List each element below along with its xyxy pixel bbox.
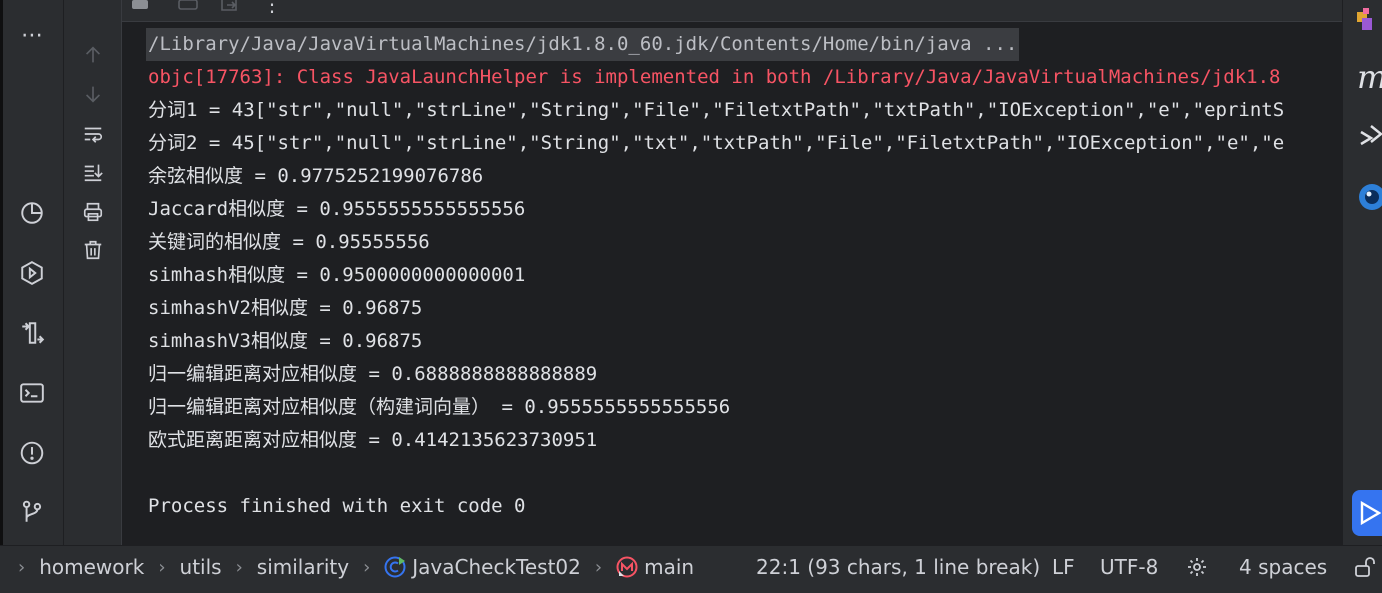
toolbar-more-icon[interactable]: ⋮: [262, 0, 282, 16]
problems-icon: [20, 441, 44, 465]
tool-window-strip: ⋯: [0, 0, 64, 593]
git-branch-icon: [22, 500, 42, 522]
class-icon: [384, 556, 406, 578]
services-icon: [21, 261, 43, 285]
soft-wrap-button[interactable]: [80, 121, 106, 147]
breadcrumb-module[interactable]: homework: [39, 555, 144, 579]
trash-icon: [84, 240, 102, 260]
unlock-icon: [1355, 557, 1375, 577]
git-button[interactable]: [16, 496, 48, 528]
plugin-icon[interactable]: [1357, 6, 1382, 36]
print-icon: [83, 202, 103, 222]
problems-button[interactable]: [16, 437, 48, 469]
console-line: Jaccard相似度 = 0.9555555555555556: [148, 198, 526, 220]
breadcrumb-class[interactable]: JavaCheckTest02: [412, 555, 581, 579]
structure-icon: [22, 322, 45, 344]
more-icon: ⋯: [21, 23, 43, 48]
stop-icon[interactable]: [132, 0, 148, 9]
profiler-icon: [21, 202, 43, 224]
console-line: simhash相似度 = 0.9500000000000001: [148, 264, 526, 286]
ai-assistant-icon[interactable]: [1357, 122, 1382, 152]
print-button[interactable]: [80, 199, 106, 225]
console-line: 分词1 = 43["str","null","strLine","String"…: [148, 99, 1285, 121]
next-occurrence-button[interactable]: [80, 81, 106, 107]
previous-occurrence-button[interactable]: [80, 42, 106, 68]
eye-plugin-icon[interactable]: [1357, 182, 1382, 212]
scroll-to-end-icon: [84, 164, 103, 182]
play-icon: [1360, 501, 1381, 525]
console-line: 关键词的相似度 = 0.95555556: [148, 231, 430, 253]
console-line: 归一编辑距离对应相似度 = 0.6888888888888889: [148, 363, 598, 385]
console-line: 欧式距离距离对应相似度 = 0.4142135623730951: [148, 429, 598, 451]
soft-wrap-icon: [84, 127, 103, 143]
console-line: simhashV3相似度 = 0.96875: [148, 330, 423, 352]
indent-setting[interactable]: 4 spaces: [1239, 546, 1327, 588]
arrow-up-icon: [85, 46, 101, 63]
editorconfig-button[interactable]: [1186, 546, 1214, 588]
chevron-right-icon: ›: [594, 556, 603, 578]
caret-position[interactable]: 22:1 (93 chars, 1 line break): [756, 546, 1040, 588]
console-line-error: objc[17763]: Class JavaLaunchHelper is i…: [148, 66, 1281, 88]
exit-icon[interactable]: [220, 0, 240, 12]
arrow-down-icon: [85, 86, 101, 103]
console-line-command[interactable]: /Library/Java/JavaVirtualMachines/jdk1.8…: [146, 28, 1020, 61]
console-line: simhashV2相似度 = 0.96875: [148, 297, 423, 319]
chevron-right-icon: ›: [158, 556, 166, 578]
console-line-exit-status: Process finished with exit code 0: [148, 495, 526, 517]
camera-icon[interactable]: [178, 0, 198, 10]
status-bar: › homework › utils › similarity › JavaCh…: [0, 545, 1382, 593]
method-icon: [616, 556, 638, 578]
more-tools-button[interactable]: ⋯: [16, 20, 48, 52]
terminal-icon: [20, 383, 44, 403]
run-plugin-button[interactable]: [1352, 490, 1382, 536]
breadcrumb-method[interactable]: main: [644, 555, 694, 579]
console-output[interactable]: /Library/Java/JavaVirtualMachines/jdk1.8…: [123, 22, 1342, 545]
breadcrumb-package[interactable]: similarity: [257, 555, 349, 579]
scroll-to-end-button[interactable]: [80, 159, 106, 185]
readonly-toggle[interactable]: [1354, 546, 1382, 588]
markdown-icon[interactable]: m: [1357, 58, 1382, 96]
console-line: 余弦相似度 = 0.9775252199076786: [148, 165, 484, 187]
structure-button[interactable]: [16, 317, 48, 349]
chevron-right-icon: ›: [363, 556, 371, 578]
breadcrumb-package[interactable]: utils: [180, 555, 222, 579]
settings-icon: [1188, 558, 1206, 576]
profiler-button[interactable]: [16, 197, 48, 229]
clear-all-button[interactable]: [80, 237, 106, 263]
right-tool-strip: m: [1342, 0, 1382, 545]
breadcrumb: › homework › utils › similarity › JavaCh…: [18, 546, 694, 588]
console-line: 分词2 = 45["str","null","strLine","String"…: [148, 132, 1285, 154]
terminal-button[interactable]: [16, 377, 48, 409]
run-toolbar: ⋮: [64, 0, 1342, 22]
line-ending[interactable]: LF: [1052, 546, 1075, 588]
chevron-right-icon: ›: [18, 556, 26, 578]
console-actions-gutter: [64, 0, 122, 545]
console-line: 归一编辑距离对应相似度（构建词向量） = 0.9555555555555556: [148, 396, 731, 418]
window-edge: [0, 0, 3, 593]
chevron-right-icon: ›: [235, 556, 243, 578]
file-encoding[interactable]: UTF-8: [1100, 546, 1158, 588]
services-button[interactable]: [16, 257, 48, 289]
